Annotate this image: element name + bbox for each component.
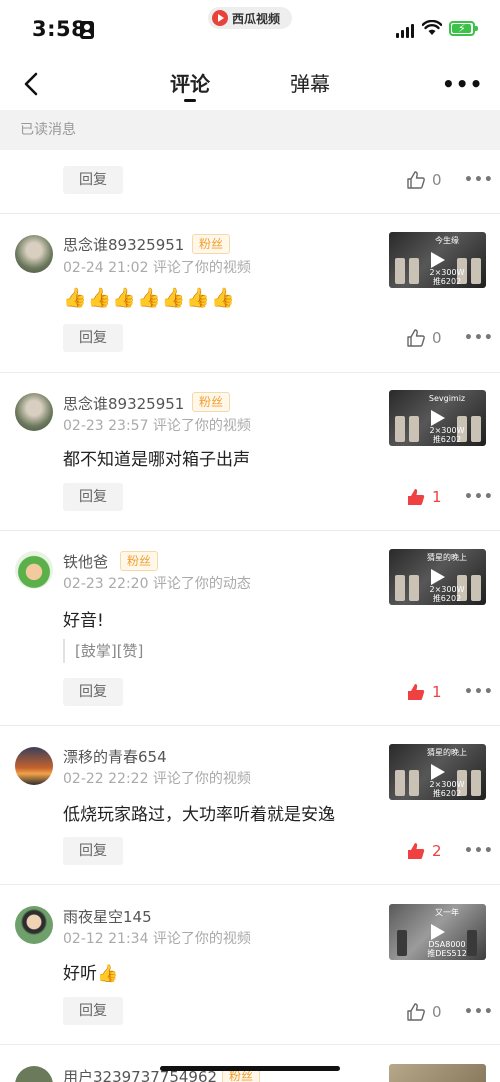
tab-active-indicator <box>184 99 196 102</box>
reply-button[interactable]: 回复 <box>63 483 123 511</box>
like-icon[interactable] <box>406 328 426 348</box>
comment-meta: 02-23 23:57 评论了你的视频 <box>63 418 251 434</box>
thumbnail-caption: 2×300W <box>429 268 465 277</box>
tab-danmu[interactable]: 弹幕 <box>290 68 330 97</box>
comment-item: 雨夜星空145 02-12 21:34 评论了你的视频 好听👍 回复 0 •••… <box>0 885 500 1045</box>
like-count: 1 <box>432 488 442 506</box>
reply-button[interactable]: 回复 <box>63 997 123 1025</box>
more-options-icon[interactable]: ••• <box>442 72 483 96</box>
comment-more-icon[interactable]: ••• <box>464 172 494 188</box>
avatar[interactable] <box>15 1066 53 1082</box>
status-bar: 3:58 西瓜视频 ⚡ <box>0 0 500 58</box>
thumbnail-caption: 推6202 <box>432 789 462 798</box>
reply-button[interactable]: 回复 <box>63 324 123 352</box>
like-icon[interactable] <box>406 682 426 702</box>
username[interactable]: 思念谁89325951 <box>63 393 184 414</box>
xigua-logo-icon <box>212 10 228 26</box>
comment-item: 漂移的青春654 02-22 22:22 评论了你的视频 低烧玩家路过，大功率听… <box>0 726 500 885</box>
comment-more-icon[interactable]: ••• <box>464 843 494 859</box>
like-count: 0 <box>432 171 442 189</box>
like-icon[interactable] <box>406 1002 426 1022</box>
like-count: 0 <box>432 329 442 347</box>
comment-text: 低烧玩家路过，大功率听着就是安逸 <box>63 805 335 825</box>
play-icon <box>431 764 445 780</box>
comment-meta: 02-22 22:22 评论了你的视频 <box>63 771 251 787</box>
avatar[interactable] <box>15 235 53 273</box>
reply-button[interactable]: 回复 <box>63 678 123 706</box>
video-thumbnail[interactable]: Sevgimiz 2×300W 推6202 <box>389 390 486 446</box>
play-icon <box>431 252 445 268</box>
username[interactable]: 铁他爸 <box>63 551 108 572</box>
thumbnail-caption: 推6202 <box>432 435 462 444</box>
back-icon[interactable] <box>20 70 44 98</box>
comment-item: 用户3239737754962 粉丝 <box>0 1045 500 1082</box>
thumbnail-caption: DSA8000 <box>428 940 466 949</box>
play-icon <box>431 924 445 940</box>
thumbnail-caption: 又一年 <box>435 908 459 917</box>
comment-more-icon[interactable]: ••• <box>464 330 494 346</box>
thumbnail-caption: 猜星的晚上 <box>427 553 467 562</box>
thumbnail-caption: 今生缘 <box>435 236 459 245</box>
status-time: 3:58 <box>32 17 87 41</box>
thumbnail-caption: 2×300W <box>429 426 465 435</box>
contact-card-icon <box>80 21 94 39</box>
comment-text: 都不知道是哪对箱子出声 <box>63 450 250 470</box>
comment-item: 回复 0 ••• <box>0 150 500 214</box>
home-indicator[interactable] <box>160 1066 340 1071</box>
fan-badge: 粉丝 <box>192 392 231 412</box>
back-to-app-label: 西瓜视频 <box>232 11 281 26</box>
comment-meta: 02-24 21:02 评论了你的视频 <box>63 260 251 276</box>
comment-text: 好音! <box>63 611 104 631</box>
like-count: 1 <box>432 683 442 701</box>
like-count: 0 <box>432 1003 442 1021</box>
video-thumbnail[interactable] <box>389 1064 486 1082</box>
comment-item: 铁他爸 粉丝 02-23 22:20 评论了你的动态 好音! [鼓掌][赞] 回… <box>0 531 500 726</box>
reply-button[interactable]: 回复 <box>63 837 123 865</box>
avatar[interactable] <box>15 393 53 431</box>
like-icon[interactable] <box>406 170 426 190</box>
thumbnail-caption: 推DES512 <box>427 949 467 958</box>
thumbnail-caption: 推6202 <box>432 277 462 286</box>
avatar[interactable] <box>15 551 53 589</box>
username[interactable]: 漂移的青春654 <box>63 746 167 767</box>
comment-text: 好听👍 <box>63 964 119 984</box>
thumbnail-caption: 推6202 <box>432 594 462 603</box>
thumbnail-caption: 2×300W <box>429 585 465 594</box>
avatar[interactable] <box>15 747 53 785</box>
cellular-signal-icon <box>396 24 414 38</box>
quoted-content: [鼓掌][赞] <box>63 639 143 663</box>
video-thumbnail[interactable]: 猜星的晚上 2×300W 推6202 <box>389 549 486 605</box>
like-icon[interactable] <box>406 487 426 507</box>
back-to-app-pill[interactable]: 西瓜视频 <box>208 7 292 29</box>
play-icon <box>431 569 445 585</box>
video-thumbnail[interactable]: 又一年 DSA8000 推DES512 <box>389 904 486 960</box>
like-count: 2 <box>432 842 442 860</box>
reply-button[interactable]: 回复 <box>63 166 123 194</box>
top-nav: 评论 弹幕 ••• <box>0 58 500 110</box>
read-messages-header: 已读消息 <box>0 110 500 150</box>
tab-comments[interactable]: 评论 <box>170 68 210 97</box>
play-icon <box>431 410 445 426</box>
comment-meta: 02-12 21:34 评论了你的视频 <box>63 931 251 947</box>
comment-meta: 02-23 22:20 评论了你的动态 <box>63 576 251 592</box>
comment-more-icon[interactable]: ••• <box>464 1004 494 1020</box>
video-thumbnail[interactable]: 今生缘 2×300W 推6202 <box>389 232 486 288</box>
avatar[interactable] <box>15 906 53 944</box>
comment-item: 思念谁89325951 粉丝 02-23 23:57 评论了你的视频 都不知道是… <box>0 373 500 531</box>
fan-badge: 粉丝 <box>120 551 159 571</box>
comment-text: 👍👍👍👍👍👍👍 <box>63 287 236 309</box>
fan-badge: 粉丝 <box>192 234 231 254</box>
thumbnail-caption: Sevgimiz <box>428 394 466 403</box>
battery-charging-icon: ⚡ <box>449 21 478 36</box>
thumbnail-caption: 2×300W <box>429 780 465 789</box>
comment-more-icon[interactable]: ••• <box>464 489 494 505</box>
thumbnail-caption: 猜星的晚上 <box>427 748 467 757</box>
video-thumbnail[interactable]: 猜星的晚上 2×300W 推6202 <box>389 744 486 800</box>
username[interactable]: 思念谁89325951 <box>63 234 184 255</box>
wifi-icon <box>422 20 442 35</box>
like-icon[interactable] <box>406 841 426 861</box>
comment-more-icon[interactable]: ••• <box>464 684 494 700</box>
username[interactable]: 雨夜星空145 <box>63 906 152 927</box>
comment-item: 思念谁89325951 粉丝 02-24 21:02 评论了你的视频 👍👍👍👍👍… <box>0 214 500 373</box>
